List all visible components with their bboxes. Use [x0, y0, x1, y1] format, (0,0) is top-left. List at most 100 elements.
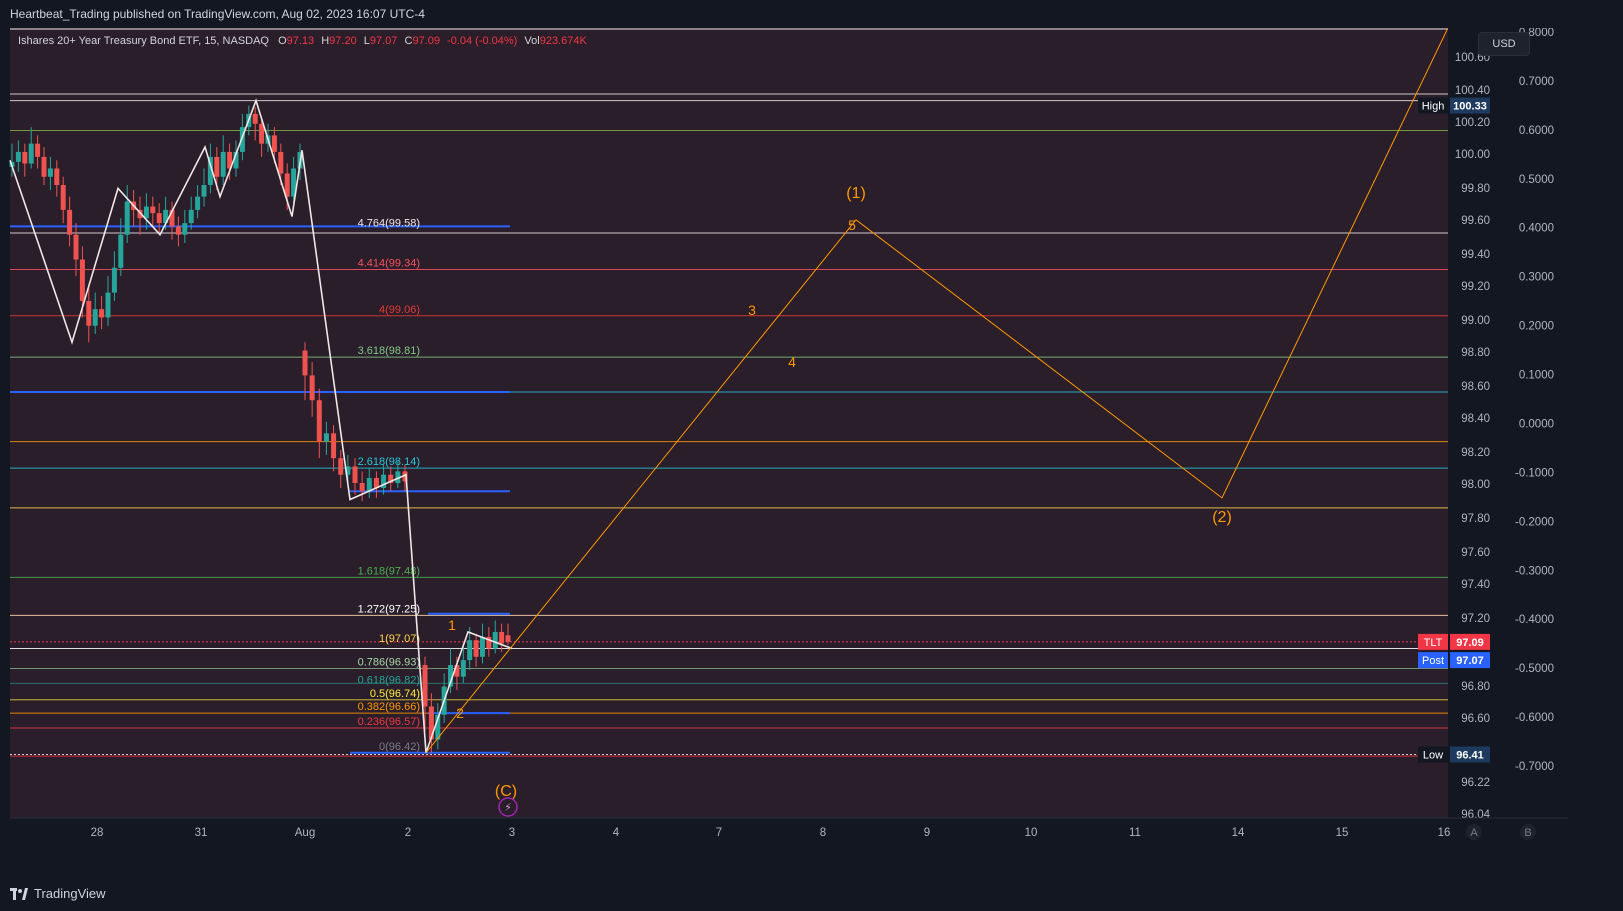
badge-value: 96.41 [1456, 749, 1484, 761]
open-label: O [278, 35, 287, 47]
candle-body [111, 267, 117, 293]
price-tick: 97.80 [1461, 513, 1490, 525]
publish-info: Heartbeat_Trading published on TradingVi… [10, 7, 425, 21]
percent-tick: 0.5000 [1519, 174, 1554, 186]
wave-label: (1) [846, 185, 866, 202]
percent-tick: -0.6000 [1515, 712, 1554, 724]
candle-body [492, 631, 498, 649]
price-tick: 98.20 [1461, 447, 1490, 459]
tradingview-logo[interactable]: TradingView [10, 886, 106, 901]
time-tick: 14 [1232, 827, 1245, 839]
percent-tick: -0.7000 [1515, 761, 1554, 773]
candle-body [278, 151, 284, 174]
candle-body [86, 300, 92, 326]
price-tick: 96.80 [1461, 681, 1490, 693]
candle-body [366, 478, 372, 492]
wave-label: 1 [448, 617, 456, 633]
wave-label: 4 [788, 354, 796, 370]
tradingview-brand: TradingView [34, 886, 106, 901]
volume-value: 923.674K [539, 35, 587, 47]
fib-label: 0.236(96.57) [358, 716, 420, 728]
candle-body [150, 206, 156, 214]
price-tick: 96.60 [1461, 713, 1490, 725]
open-value: 97.13 [286, 35, 315, 47]
low-value: 97.07 [369, 35, 398, 47]
fib-label: 1(97.07) [379, 633, 420, 645]
candle-body [99, 309, 105, 318]
badge-label: Post [1422, 655, 1444, 667]
candle-body [302, 350, 308, 376]
percent-tick: 0.0000 [1519, 418, 1554, 430]
volume-label: Vol [524, 35, 540, 47]
candle-body [188, 209, 194, 224]
time-axis-bg [0, 818, 1568, 848]
price-tick: 100.00 [1455, 149, 1490, 161]
axis-button-label: B [1524, 827, 1531, 839]
percent-tick: 0.7000 [1519, 76, 1554, 88]
candle-body [175, 226, 181, 235]
currency-button[interactable]: USD [1478, 32, 1530, 56]
candle-body [35, 143, 41, 157]
wave-label: 5 [848, 217, 856, 233]
percent-tick: 0.3000 [1519, 272, 1554, 284]
lightning-glyph-icon: ⚡ [504, 801, 512, 814]
percent-tick: 0.4000 [1519, 223, 1554, 235]
price-tick: 97.60 [1461, 547, 1490, 559]
high-label: H [321, 35, 330, 47]
symbol-name: Ishares 20+ Year Treasury Bond ETF, 15, … [18, 35, 269, 47]
price-tick: 99.00 [1461, 315, 1490, 327]
axis-button-label: A [1470, 827, 1478, 839]
candle-body [499, 631, 505, 644]
price-chart[interactable]: 4.764(99.58) 4.414(99.34) 4(99.06) 3.618(98… [0, 28, 1623, 878]
candle-body [460, 660, 466, 677]
candle-body [22, 151, 28, 164]
percent-tick: -0.2000 [1515, 516, 1554, 528]
percent-tick: 0.6000 [1519, 125, 1554, 137]
price-tick: 97.20 [1461, 613, 1490, 625]
percent-tick: -0.5000 [1515, 663, 1554, 675]
price-tick: 99.80 [1461, 183, 1490, 195]
fib-label: 4(99.06) [379, 304, 420, 316]
high-value: 97.20 [329, 35, 357, 47]
time-axis[interactable]: 28 31 Aug 2 3 4 7 8 9 10 11 14 15 16 A B [0, 817, 1568, 848]
candle-body [214, 156, 220, 177]
change-value: -0.04 (-0.04%) [447, 35, 518, 47]
price-axis-left[interactable]: 100.60100.40100.20100.0099.8099.6099.409… [1448, 28, 1498, 821]
percent-tick: -0.1000 [1515, 467, 1554, 479]
time-tick: 11 [1129, 827, 1141, 839]
fib-label: 0(96.42) [379, 741, 420, 753]
fib-label: 0.618(96.82) [358, 675, 420, 687]
candle-body [105, 292, 111, 318]
badge-label: High [1422, 101, 1445, 113]
candle-body [118, 234, 124, 268]
candle-body [28, 143, 34, 164]
badge-value: 100.33 [1453, 101, 1487, 113]
fib-label: 4.414(99.34) [358, 257, 420, 269]
price-tick: 96.22 [1461, 777, 1490, 789]
candle-body [41, 156, 47, 177]
percent-axis-right[interactable]: 0.80000.70000.60000.50000.40000.30000.20… [1498, 28, 1568, 818]
time-tick: 3 [509, 827, 515, 839]
candle-body [47, 168, 53, 177]
time-tick: 15 [1336, 827, 1349, 839]
time-tick: 10 [1025, 827, 1038, 839]
symbol-legend: Ishares 20+ Year Treasury Bond ETF, 15, … [18, 35, 587, 47]
price-tick: 100.20 [1455, 117, 1490, 129]
candle-body [467, 640, 473, 661]
footer: TradingView [0, 878, 1623, 911]
price-tick: 99.60 [1461, 215, 1490, 227]
fib-label: 4.764(99.58) [358, 218, 420, 230]
wave-label: (C) [495, 783, 517, 800]
time-tick: 2 [405, 827, 411, 839]
candle-body [323, 433, 329, 442]
time-tick: 7 [716, 827, 722, 839]
fib-label: 3.618(98.81) [358, 345, 420, 357]
price-tick: 97.40 [1461, 579, 1490, 591]
close-value: 97.09 [412, 35, 440, 47]
candle-body [473, 640, 479, 657]
tradingview-logo-icon [10, 887, 28, 900]
fib-label: 1.272(97.25) [358, 603, 420, 615]
publish-header: Heartbeat_Trading published on TradingVi… [0, 0, 1623, 28]
fib-label: 0.786(96.93) [358, 656, 420, 668]
candle-body [201, 185, 207, 197]
